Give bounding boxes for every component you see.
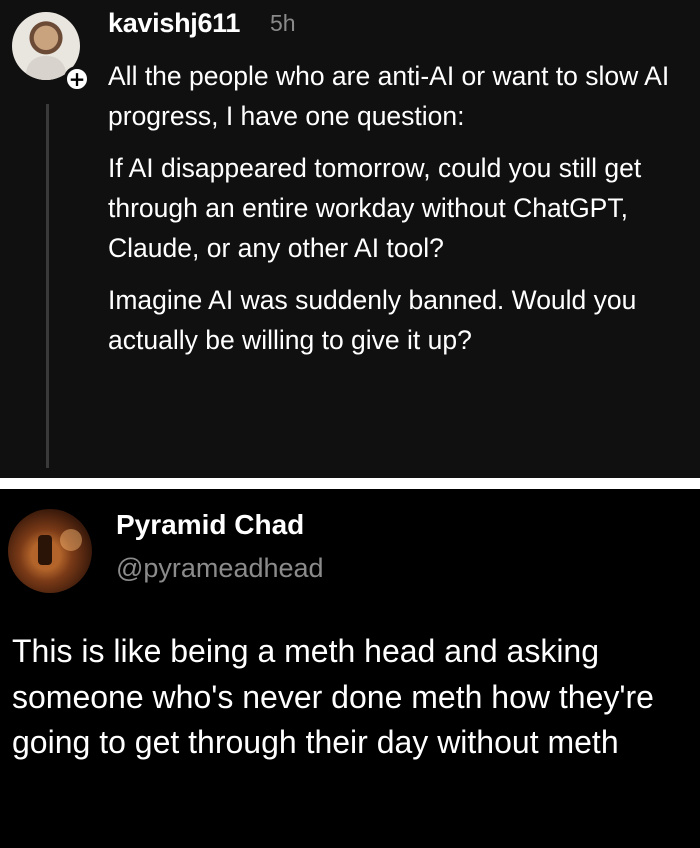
reply-body: This is like being a meth head and askin… bbox=[12, 633, 654, 760]
reply-display-name[interactable]: Pyramid Chad bbox=[116, 509, 304, 541]
avatar-figure bbox=[38, 535, 52, 565]
reply-tweet: Pyramid Chad @pyrameadhead This is like … bbox=[0, 489, 700, 848]
follow-plus-icon[interactable]: + bbox=[64, 66, 90, 92]
threads-post: + kavishj611 5h All the people who are a… bbox=[0, 0, 700, 478]
post-paragraph-2: If AI disappeared tomorrow, could you st… bbox=[108, 153, 642, 263]
screenshot-divider bbox=[0, 478, 700, 489]
post-timestamp: 5h bbox=[270, 10, 296, 36]
reply-handle[interactable]: @pyrameadhead bbox=[116, 553, 324, 584]
reply-avatar[interactable] bbox=[8, 509, 92, 593]
avatar-light bbox=[60, 529, 82, 551]
post-body: All the people who are anti-AI or want t… bbox=[108, 56, 688, 372]
post-paragraph-1: All the people who are anti-AI or want t… bbox=[108, 61, 670, 131]
post-paragraph-3: Imagine AI was suddenly banned. Would yo… bbox=[108, 285, 637, 355]
post-username[interactable]: kavishj611 bbox=[108, 8, 240, 39]
avatar-figure bbox=[26, 56, 66, 80]
thread-connector-line bbox=[46, 104, 49, 468]
